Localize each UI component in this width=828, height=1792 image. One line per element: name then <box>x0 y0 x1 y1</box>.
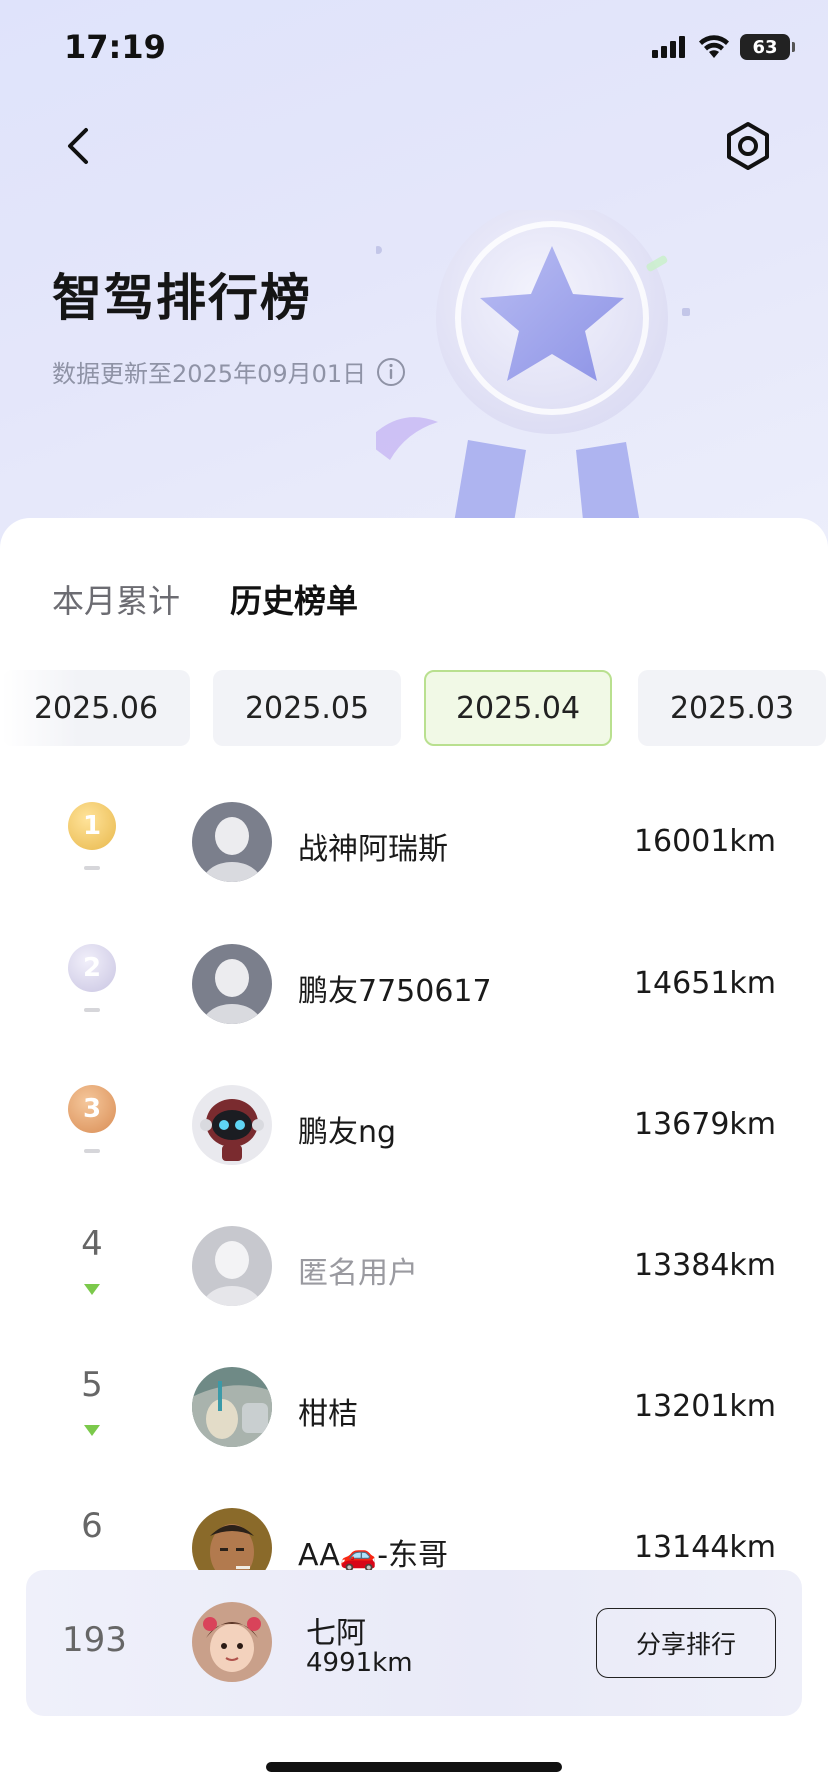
month-chip-selected[interactable]: 2025.04 <box>424 670 612 746</box>
list-item[interactable]: 5 柑桔 13201km <box>0 1347 828 1477</box>
my-name: 七阿 <box>306 1616 366 1651</box>
month-selector: 2025.06 2025.05 2025.04 2025.03 <box>0 670 828 750</box>
rank-cell: 1 <box>52 782 132 912</box>
trend-flat-icon <box>84 1149 100 1153</box>
month-chip[interactable]: 2025.03 <box>638 670 826 746</box>
list-item[interactable]: 4 匿名用户 13384km <box>0 1206 828 1336</box>
user-name: 匿名用户 <box>298 1256 418 1291</box>
wifi-icon <box>699 35 729 58</box>
settings-gear-icon[interactable] <box>720 118 776 174</box>
tab-history[interactable]: 历史榜单 <box>230 576 358 622</box>
rank-cell: 3 <box>52 1065 132 1195</box>
photo-avatar <box>192 1367 272 1447</box>
cellular-signal-icon <box>652 34 688 60</box>
gold-medal-icon: 1 <box>68 802 116 850</box>
bronze-medal-icon: 3 <box>68 1085 116 1133</box>
list-item[interactable]: 3 鹏友ng 13679km <box>0 1065 828 1195</box>
share-ranking-button[interactable]: 分享排行 <box>596 1608 776 1678</box>
list-item[interactable]: 2 鹏友7750617 14651km <box>0 924 828 1054</box>
rank-number: 5 <box>81 1365 103 1405</box>
rank-number: 4 <box>81 1224 103 1264</box>
distance-value: 14651km <box>633 966 776 1001</box>
distance-value: 16001km <box>633 824 776 859</box>
anonymous-avatar <box>192 1226 272 1306</box>
rank-number: 6 <box>81 1506 103 1546</box>
trend-flat-icon <box>84 1008 100 1012</box>
rank-cell: 5 <box>52 1347 132 1477</box>
tab-monthly-total[interactable]: 本月累计 <box>52 576 180 622</box>
status-time: 17:19 <box>64 28 166 66</box>
user-name: 鹏友ng <box>298 1115 397 1150</box>
info-icon[interactable] <box>376 357 406 387</box>
status-icons: 63 <box>652 34 795 60</box>
rank-cell: 4 <box>52 1206 132 1336</box>
list-item[interactable]: 1 战神阿瑞斯 16001km <box>0 782 828 912</box>
user-name: 战神阿瑞斯 <box>298 832 448 867</box>
trend-down-icon <box>84 1284 100 1295</box>
trend-flat-icon <box>84 866 100 870</box>
silver-medal-icon: 2 <box>68 944 116 992</box>
battery-icon: 63 <box>740 34 795 60</box>
back-button[interactable] <box>52 118 108 174</box>
user-name: 柑桔 <box>298 1397 358 1432</box>
my-distance: 4991km <box>306 1648 413 1678</box>
user-name: 鹏友7750617 <box>298 974 492 1009</box>
status-bar: 17:19 63 <box>0 0 828 100</box>
distance-value: 13201km <box>633 1389 776 1424</box>
medal-illustration-icon <box>376 210 690 560</box>
my-avatar <box>192 1602 272 1682</box>
page-title: 智驾排行榜 <box>52 269 312 327</box>
my-rank-number: 193 <box>62 1620 127 1660</box>
month-chip[interactable]: 2025.06 <box>2 670 190 746</box>
distance-value: 13679km <box>633 1107 776 1142</box>
user-name: AA🚗-东哥 <box>298 1538 449 1573</box>
distance-value: 13144km <box>633 1530 776 1565</box>
month-chip[interactable]: 2025.05 <box>213 670 401 746</box>
update-info-row: 数据更新至2025年09月01日 <box>52 354 406 389</box>
distance-value: 13384km <box>633 1248 776 1283</box>
avatar <box>192 802 272 882</box>
robot-avatar <box>192 1085 272 1165</box>
tab-bar: 本月累计 历史榜单 <box>52 576 358 622</box>
trend-down-icon <box>84 1425 100 1436</box>
hero-header: 17:19 63 智驾排行榜 数据更新至2025年09月01日 <box>0 0 828 560</box>
rank-cell: 2 <box>52 924 132 1054</box>
home-indicator[interactable] <box>266 1762 562 1772</box>
my-rank-card[interactable]: 193 七阿 4991km 分享排行 <box>26 1570 802 1716</box>
avatar <box>192 944 272 1024</box>
update-date-text: 数据更新至2025年09月01日 <box>52 360 367 388</box>
